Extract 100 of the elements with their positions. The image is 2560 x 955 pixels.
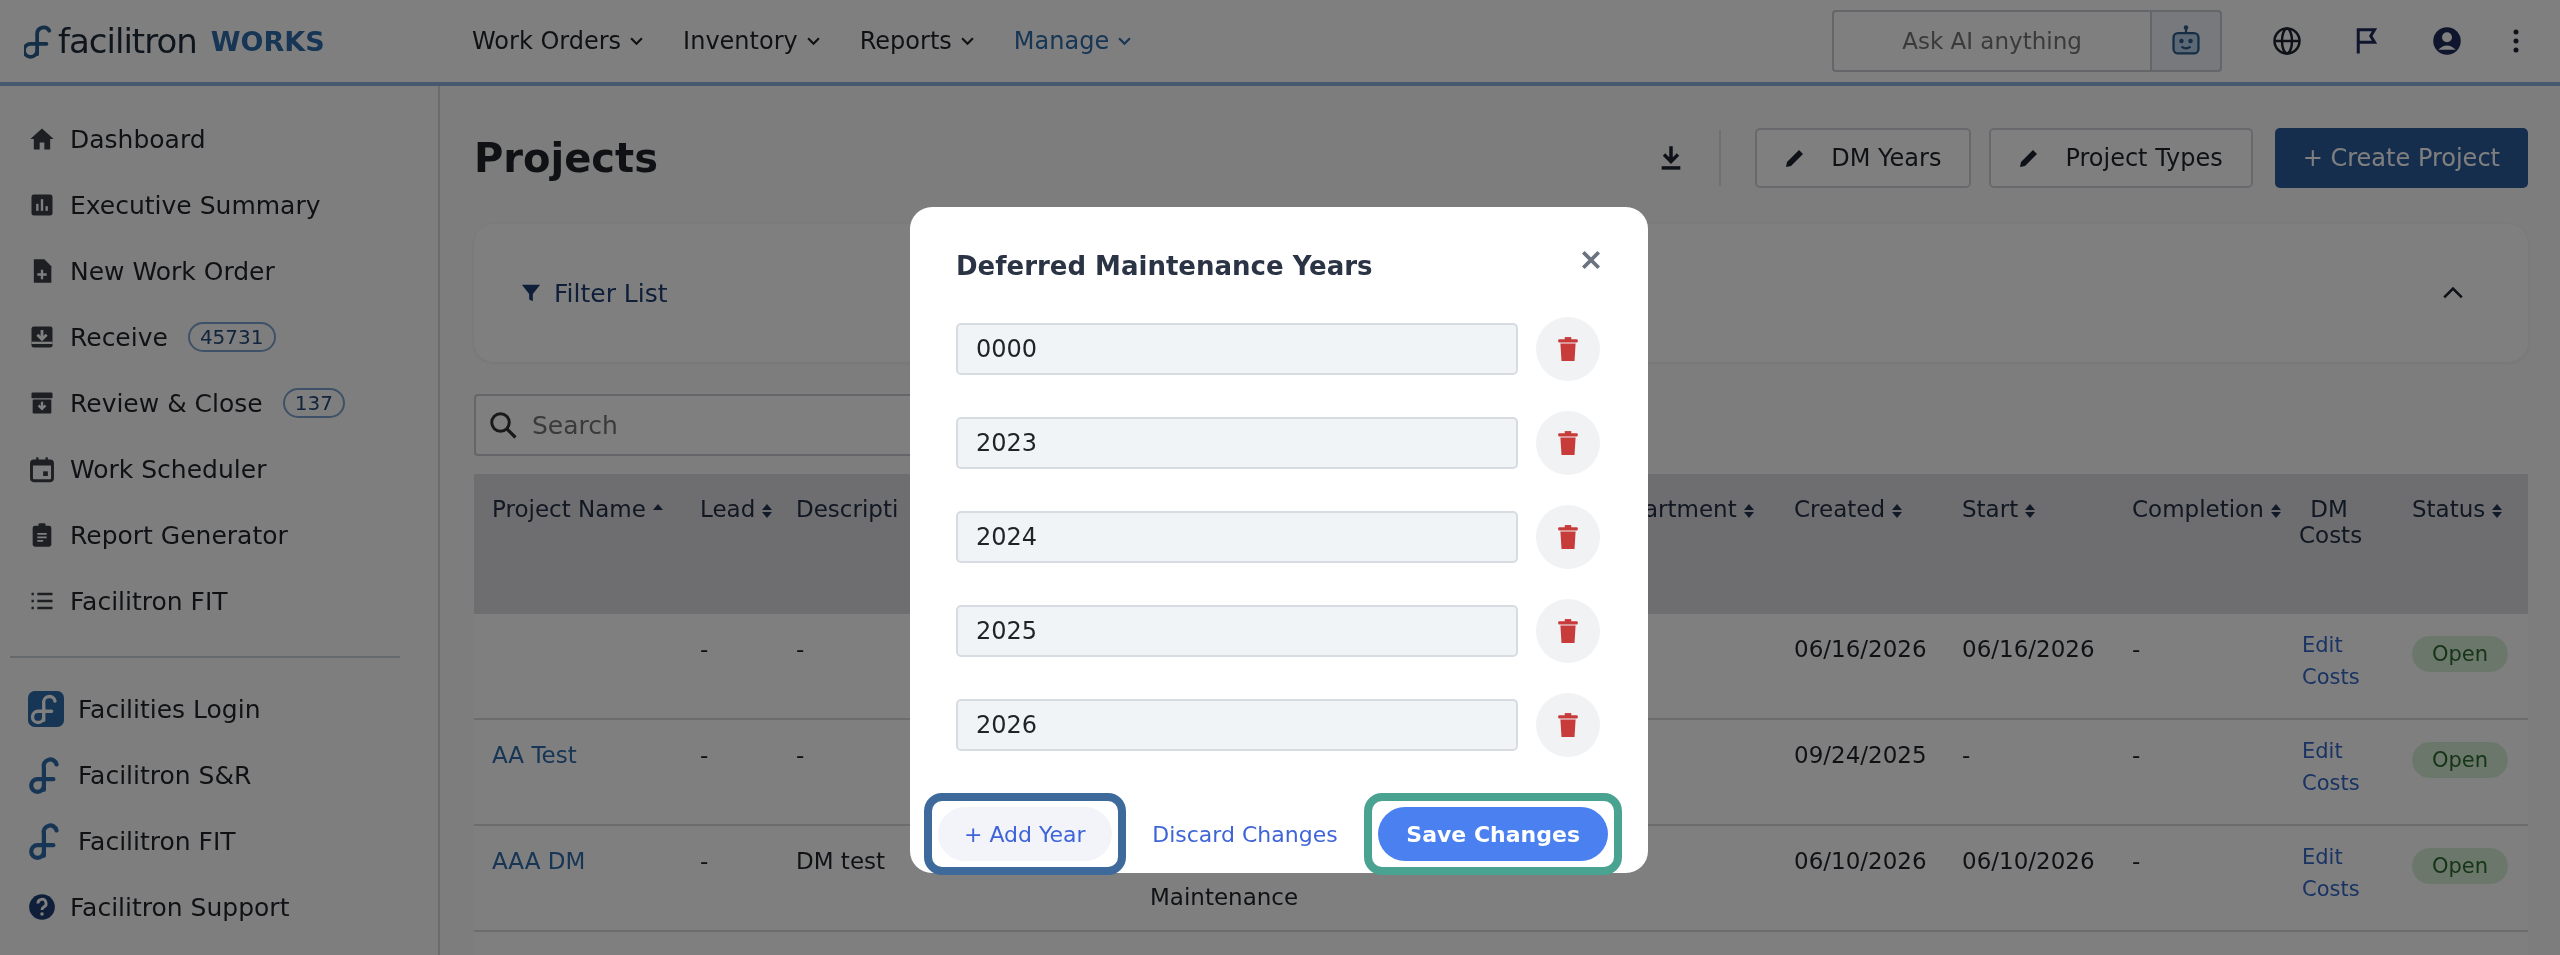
ai-assistant-button[interactable] [2150,10,2222,72]
nav-menu[interactable]: Reports [859,23,974,59]
table-cell: - [700,742,709,768]
table-cell: 09/24/2025 [1794,742,1927,768]
funnel-icon [520,282,542,304]
filter-list-button[interactable]: Filter List [514,277,674,309]
nav-menu[interactable]: Manage [1013,23,1132,59]
sidebar-item[interactable]: Facilitron FIT [28,578,438,624]
column-header[interactable]: Start [1962,496,2037,522]
sidebar-link[interactable]: Facilities Login [28,686,438,732]
logo-text: facilitron [58,21,197,61]
sidebar-item[interactable]: Executive Summary [28,182,438,228]
sidebar-item[interactable]: Work Scheduler [28,446,438,492]
sidebar-link[interactable]: Facilitron Support [28,884,438,930]
sidebar-item-label: Facilitron FIT [70,586,228,616]
sidebar-item[interactable]: Dashboard [28,116,438,162]
table-cell: 06/16/2026 [1962,636,2095,662]
sidebar-link[interactable]: Facilitron FIT [28,818,438,864]
table-cell: 06/10/2026 [1962,848,2095,874]
count-badge: 45731 [187,322,276,352]
nav-menu[interactable]: Work Orders [472,23,644,59]
year-field[interactable]: 2026 [956,699,1518,751]
table-cell: - [700,848,709,874]
count-badge: 137 [282,388,345,418]
sidebar-item-label: Report Generator [70,520,288,550]
status-badge: Open [2412,636,2509,672]
column-header[interactable]: Created [1794,496,1904,522]
table-cell: - [1962,742,1971,768]
add-year-button[interactable]: + Add Year [938,807,1112,861]
table-cell: - [700,636,709,662]
column-header[interactable]: Lead [700,496,774,522]
search-icon [488,410,518,440]
sidebar-item-label: Receive [70,322,168,352]
edit-costs-link[interactable]: Edit Costs [2302,842,2362,905]
sidebar-link-label: Facilitron Support [70,892,290,922]
chevron-down-icon [960,36,974,46]
chevron-up-icon[interactable] [2442,286,2464,300]
create-project-button[interactable]: + Create Project [2274,128,2528,188]
robot-icon [2169,24,2203,58]
column-header: DM Costs [2299,496,2359,548]
discard-changes-link[interactable]: Discard Changes [1144,807,1346,861]
sidebar-item-label: Dashboard [70,124,206,154]
nav-menu[interactable]: Inventory [683,23,820,59]
status-badge: Open [2412,848,2509,884]
page-title: Projects [474,135,658,181]
table-cell: - [796,742,805,768]
table-cell: - [796,636,805,662]
table-cell: - [2132,636,2141,662]
column-header[interactable]: Project Name [492,496,664,522]
table-cell: Maintenance [1150,884,1299,910]
trash-icon [1557,524,1579,550]
toolbar-button[interactable]: DM Years [1755,128,1972,188]
user-icon[interactable] [2432,26,2462,56]
globe-icon[interactable] [2272,26,2302,56]
save-changes-button[interactable]: Save Changes [1378,807,1608,861]
chevron-down-icon [806,36,820,46]
year-field[interactable]: 2023 [956,417,1518,469]
project-name-link[interactable]: AAA DM [492,848,586,874]
chevron-down-icon [630,36,644,46]
ask-ai-field[interactable]: Ask AI anything [1832,10,2150,72]
trash-icon [1557,336,1579,362]
trash-icon [1557,618,1579,644]
sidebar-item[interactable]: Report Generator [28,512,438,558]
year-field[interactable]: 0000 [956,323,1518,375]
trash-icon [1557,430,1579,456]
column-header: Descripti [796,496,899,522]
modal-title: Deferred Maintenance Years [956,251,1373,281]
edit-costs-link[interactable]: Edit Costs [2302,630,2362,693]
column-header[interactable]: Status [2412,496,2504,522]
sidebar-item-label: Work Scheduler [70,454,267,484]
table-cell: 06/16/2026 [1794,636,1927,662]
close-icon[interactable] [1580,249,1602,271]
sidebar-item[interactable]: Receive 45731 [28,314,438,360]
year-field[interactable]: 2025 [956,605,1518,657]
edit-costs-link[interactable]: Edit Costs [2302,736,2362,799]
status-badge: Open [2412,742,2509,778]
column-header[interactable]: Completion [2132,496,2282,522]
table-cell: DM test [796,848,886,874]
sidebar-item[interactable]: Review & Close 137 [28,380,438,426]
sidebar-link-label: Facilities Login [78,694,261,724]
sidebar-item-label: New Work Order [70,256,275,286]
sidebar-link-label: Facilitron S&R [78,760,252,790]
table-cell: 06/10/2026 [1794,848,1927,874]
sidebar-item-label: Review & Close [70,388,263,418]
table-cell: - [2132,848,2141,874]
chevron-down-icon [1118,36,1132,46]
trash-icon [1557,712,1579,738]
sidebar-item[interactable]: New Work Order [28,248,438,294]
sidebar-item-label: Executive Summary [70,190,321,220]
more-icon[interactable] [2512,29,2520,53]
sidebar-link-label: Facilitron FIT [78,826,236,856]
help-icon [28,893,56,921]
calendar-icon [28,455,56,483]
project-name-link[interactable]: AA Test [492,742,577,768]
product-name: WORKS [210,25,325,57]
sidebar-link[interactable]: Facilitron S&R [28,752,438,798]
column-header[interactable]: artment [1644,496,1755,522]
logo-icon [28,691,64,727]
year-field[interactable]: 2024 [956,511,1518,563]
toolbar-button[interactable]: Project Types [1989,128,2253,188]
